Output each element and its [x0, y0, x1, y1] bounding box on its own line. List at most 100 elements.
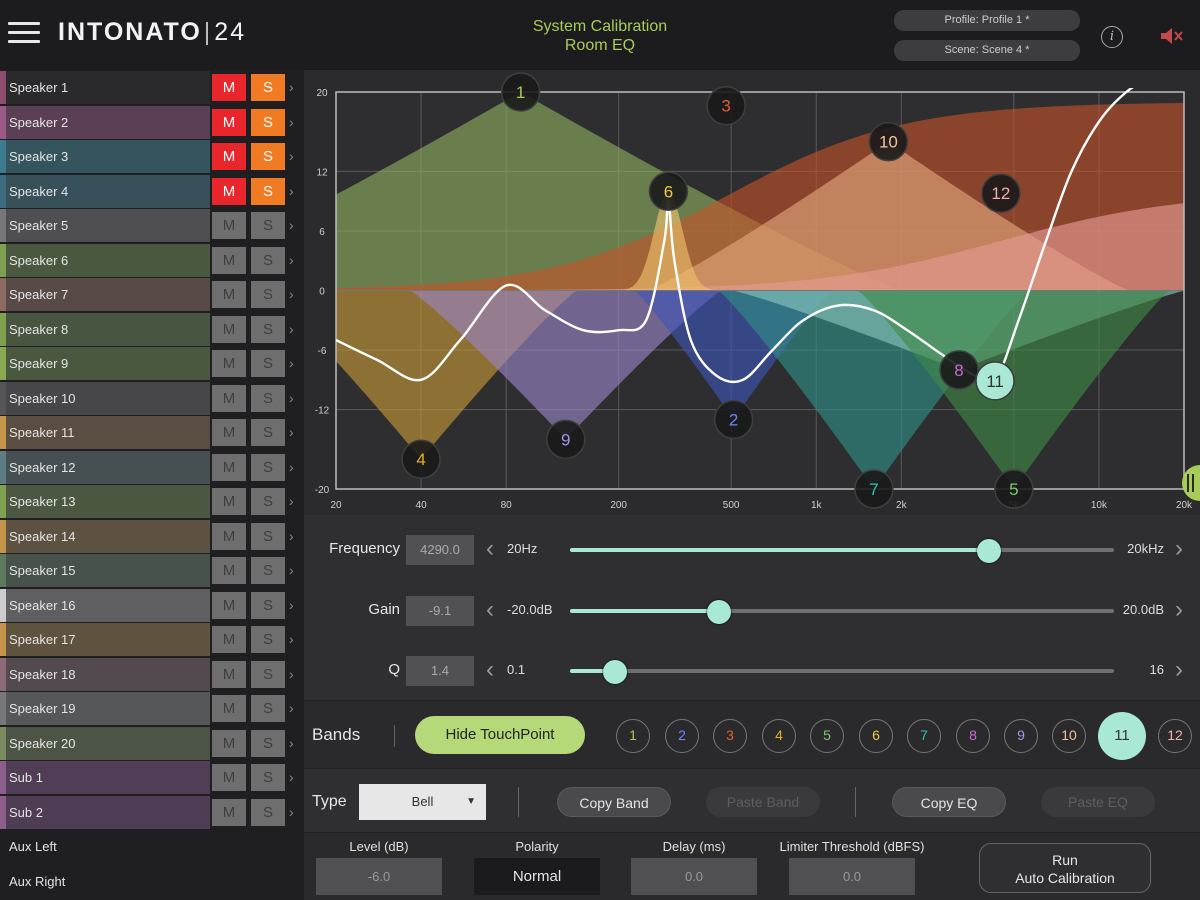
band-button-7[interactable]: 7 — [907, 719, 941, 753]
mute-button[interactable]: M — [212, 695, 246, 722]
chevron-right-icon[interactable]: › — [289, 727, 294, 760]
chevron-right-icon[interactable]: › — [289, 382, 294, 415]
solo-button[interactable]: S — [251, 729, 285, 757]
frequency-increase-icon[interactable]: › — [1170, 534, 1188, 564]
band-button-6[interactable]: 6 — [859, 719, 893, 753]
scene-selector[interactable]: Scene: Scene 4 * — [894, 40, 1080, 61]
speaker-row[interactable]: Speaker 19 M S › — [0, 692, 304, 725]
solo-button[interactable]: S — [251, 626, 285, 653]
chevron-right-icon[interactable]: › — [289, 347, 294, 380]
speaker-row[interactable]: Speaker 12 M S › — [0, 450, 304, 484]
mute-button[interactable]: M — [212, 281, 246, 308]
speaker-row[interactable]: Speaker 5 M S › — [0, 209, 304, 242]
chevron-right-icon[interactable]: › — [289, 520, 294, 553]
filter-type-select[interactable]: Bell ▼ — [359, 784, 486, 820]
chevron-right-icon[interactable]: › — [289, 485, 294, 518]
solo-button[interactable]: S — [251, 419, 285, 446]
gain-slider[interactable] — [570, 609, 1114, 613]
band-marker-12[interactable]: 12 — [981, 173, 1021, 213]
mute-button[interactable]: M — [212, 522, 246, 550]
solo-button[interactable]: S — [251, 660, 285, 688]
mute-button[interactable]: M — [212, 557, 246, 584]
chevron-right-icon[interactable]: › — [289, 623, 294, 656]
solo-button[interactable]: S — [251, 108, 285, 136]
frequency-decrease-icon[interactable]: ‹ — [481, 534, 499, 564]
band-marker-4[interactable]: 4 — [401, 439, 441, 479]
speaker-row[interactable]: Speaker 7 M S › — [0, 278, 304, 311]
level-value[interactable]: -6.0 — [316, 858, 442, 895]
solo-button[interactable]: S — [251, 695, 285, 722]
chevron-right-icon[interactable]: › — [289, 451, 294, 484]
hide-touchpoint-button[interactable]: Hide TouchPoint — [415, 716, 585, 754]
band-button-9[interactable]: 9 — [1004, 719, 1038, 753]
band-button-11[interactable]: 11 — [1098, 712, 1146, 760]
chevron-right-icon[interactable]: › — [289, 244, 294, 277]
solo-button[interactable]: S — [251, 281, 285, 308]
chevron-right-icon[interactable]: › — [289, 554, 294, 587]
info-icon[interactable]: i — [1101, 26, 1123, 48]
band-marker-11[interactable]: 11 — [975, 361, 1015, 401]
mute-button[interactable]: M — [212, 488, 246, 515]
solo-button[interactable]: S — [251, 74, 285, 101]
chevron-right-icon[interactable]: › — [289, 692, 294, 725]
solo-button[interactable]: S — [251, 143, 285, 170]
band-marker-3[interactable]: 3 — [706, 85, 746, 126]
speaker-row[interactable]: Speaker 17 M S › — [0, 623, 304, 656]
solo-button[interactable]: S — [251, 315, 285, 343]
gain-increase-icon[interactable]: › — [1170, 595, 1188, 625]
mute-button[interactable]: M — [212, 591, 246, 619]
chevron-right-icon[interactable]: › — [289, 106, 294, 139]
band-marker-2[interactable]: 2 — [713, 399, 754, 440]
speaker-row[interactable]: Speaker 1 M S › — [0, 71, 304, 104]
solo-button[interactable]: S — [251, 384, 285, 412]
chevron-right-icon[interactable]: › — [289, 313, 294, 346]
band-marker-7[interactable]: 7 — [854, 469, 894, 509]
speaker-row[interactable]: Sub 2 M S › — [0, 795, 304, 829]
frequency-slider-thumb[interactable] — [976, 539, 1001, 563]
speaker-row[interactable]: Speaker 3 M S › — [0, 140, 304, 173]
paste-band-button[interactable]: Paste Band — [706, 787, 820, 817]
solo-button[interactable]: S — [251, 246, 285, 274]
mute-button[interactable]: M — [212, 764, 246, 791]
mute-button[interactable]: M — [212, 212, 246, 239]
mute-button[interactable]: M — [212, 246, 246, 274]
speaker-row[interactable]: Speaker 18 M S › — [0, 657, 304, 691]
mute-button[interactable]: M — [212, 384, 246, 412]
chevron-right-icon[interactable]: › — [289, 796, 294, 829]
mute-button[interactable]: M — [212, 74, 246, 101]
band-button-1[interactable]: 1 — [616, 719, 650, 753]
limiter-threshold-value[interactable]: 0.0 — [789, 858, 915, 895]
band-button-3[interactable]: 3 — [713, 719, 747, 753]
band-button-4[interactable]: 4 — [762, 719, 796, 753]
band-button-10[interactable]: 10 — [1052, 719, 1086, 753]
copy-eq-button[interactable]: Copy EQ — [892, 787, 1006, 817]
mute-button[interactable]: M — [212, 350, 246, 377]
solo-button[interactable]: S — [251, 522, 285, 550]
solo-button[interactable]: S — [251, 350, 285, 377]
chevron-right-icon[interactable]: › — [289, 761, 294, 794]
band-marker-5[interactable]: 5 — [994, 469, 1034, 509]
mute-button[interactable]: M — [212, 315, 246, 343]
frequency-value[interactable]: 4290.0 — [406, 535, 474, 565]
band-button-2[interactable]: 2 — [665, 719, 699, 753]
mute-button[interactable]: M — [212, 660, 246, 688]
chevron-right-icon[interactable]: › — [289, 209, 294, 242]
solo-button[interactable]: S — [251, 453, 285, 481]
q-slider[interactable] — [570, 669, 1114, 673]
q-slider-thumb[interactable] — [603, 660, 628, 684]
solo-button[interactable]: S — [251, 798, 285, 826]
aux-row[interactable]: Aux Left — [0, 830, 304, 864]
speaker-row[interactable]: Speaker 15 M S › — [0, 554, 304, 587]
speaker-row[interactable]: Speaker 2 M S › — [0, 105, 304, 139]
solo-button[interactable]: S — [251, 177, 285, 205]
speaker-row[interactable]: Speaker 14 M S › — [0, 519, 304, 553]
solo-button[interactable]: S — [251, 764, 285, 791]
chevron-right-icon[interactable]: › — [289, 175, 294, 208]
solo-button[interactable]: S — [251, 557, 285, 584]
chevron-right-icon[interactable]: › — [289, 140, 294, 173]
chevron-right-icon[interactable]: › — [289, 658, 294, 691]
chevron-right-icon[interactable]: › — [289, 278, 294, 311]
band-marker-8[interactable]: 8 — [939, 350, 979, 390]
gain-value[interactable]: -9.1 — [406, 596, 474, 626]
mute-button[interactable]: M — [212, 729, 246, 757]
